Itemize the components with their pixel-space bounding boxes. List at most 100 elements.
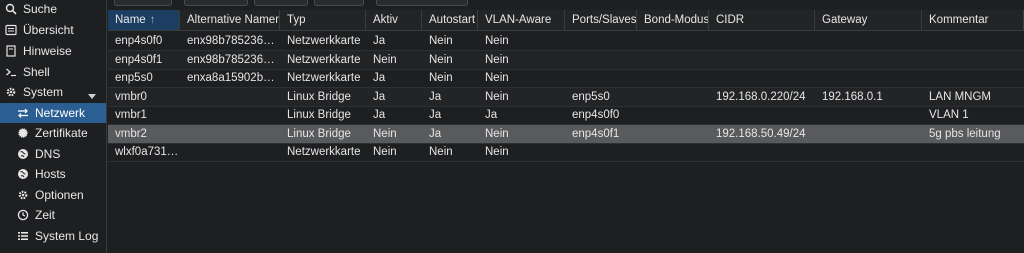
cell-cidr: 192.168.50.49/24	[716, 127, 806, 140]
cell-ports-slaves	[565, 32, 637, 50]
cell-name: wlxf0a7318…	[115, 146, 180, 158]
toolbar-button[interactable]	[114, 0, 172, 6]
cell-gateway	[815, 106, 922, 124]
chevron-down-icon	[88, 89, 96, 103]
cell-bond-mode	[637, 51, 709, 69]
cell-vlan-aware: Nein	[485, 146, 509, 158]
cell-type: Netzwerkkarte	[287, 72, 361, 84]
cell-cidr: 192.168.0.220/24	[716, 90, 806, 103]
toolbar-button[interactable]	[376, 0, 468, 6]
cell-vlan-aware: Nein	[485, 90, 509, 103]
cell-cidr	[709, 51, 815, 69]
cell-name: vmbr0	[115, 90, 147, 103]
column-header-label: Gateway	[822, 14, 868, 26]
cell-ports-slaves	[565, 143, 637, 161]
sidebar-item-label: Übersicht	[23, 23, 74, 37]
globe-icon	[16, 168, 29, 181]
cell-vlan-aware: Nein	[485, 127, 509, 140]
sidebar-item-zeit[interactable]: Zeit	[0, 205, 106, 225]
sidebar-item-system[interactable]: System	[0, 82, 106, 102]
cell-cidr	[709, 32, 815, 50]
column-header-bond-mode[interactable]: Bond-Modus	[637, 10, 709, 30]
sidebar-item-label: Zertifikate	[35, 126, 88, 140]
column-header-ports-slaves[interactable]: Ports/Slaves	[565, 10, 637, 30]
cell-gateway	[815, 143, 922, 161]
cell-autostart: Ja	[429, 127, 442, 140]
cell-type: Netzwerkkarte	[287, 146, 361, 158]
column-header-label: Bond-Modus	[644, 14, 709, 26]
sidebar-item-suche[interactable]: Suche	[0, 0, 106, 19]
table-row[interactable]: enp4s0f1 enx98b7852366c3 Netzwerkkarte Nein…	[108, 50, 1024, 70]
gear-icon	[4, 86, 17, 99]
sidebar-item-label: System	[23, 85, 64, 99]
cell-bond-mode	[637, 106, 709, 124]
column-header-label: CIDR	[716, 14, 745, 26]
cell-vlan-aware: Nein	[485, 35, 509, 47]
table-row[interactable]: wlxf0a7318… Netzwerkkarte Nein Nein Nein	[108, 143, 1024, 162]
column-header-label: Ports/Slaves	[572, 14, 637, 26]
cell-ports-slaves	[565, 51, 637, 69]
cell-cidr	[709, 69, 815, 87]
cell-name: enp5s0	[115, 72, 153, 84]
table-row[interactable]: vmbr2 Linux Bridge Nein Ja Nein enp4s0f1 192.1…	[108, 124, 1024, 144]
notes-icon	[4, 45, 17, 58]
cell-cidr	[709, 143, 815, 161]
sidebar-item-hosts[interactable]: Hosts	[0, 164, 106, 184]
cell-cidr	[709, 106, 815, 124]
column-header-cidr[interactable]: CIDR	[709, 10, 815, 30]
grid-header: Name ↑ Alternative Namen Typ Aktiv Autostart V…	[108, 10, 1024, 31]
cell-active: Ja	[373, 35, 386, 47]
cell-ports-slaves: enp4s0f1	[572, 127, 620, 140]
column-header-label: Aktiv	[373, 14, 398, 26]
cell-type: Linux Bridge	[287, 109, 351, 121]
table-row[interactable]: enp4s0f0 enx98b7852366c2 Netzwerkkarte Ja Ne…	[108, 32, 1024, 51]
sidebar-item-shell[interactable]: Shell	[0, 62, 106, 82]
cell-bond-mode	[637, 32, 709, 50]
cell-name: enp4s0f1	[115, 53, 163, 66]
certificate-icon	[16, 127, 29, 140]
cell-alt-names	[180, 125, 280, 143]
cell-type: Netzwerkkarte	[287, 35, 361, 47]
cell-alt-names: enxa8a15902b095	[187, 72, 280, 84]
column-header-gateway[interactable]: Gateway	[815, 10, 922, 30]
globe-icon	[16, 148, 29, 161]
cell-autostart: Nein	[429, 53, 453, 66]
column-header-vlan-aware[interactable]: VLAN-Aware	[478, 10, 565, 30]
cell-name: enp4s0f0	[115, 35, 163, 47]
column-header-alt-names[interactable]: Alternative Namen	[180, 10, 280, 30]
sidebar-item-dns[interactable]: DNS	[0, 144, 106, 164]
gear-icon	[16, 189, 29, 202]
toolbar-button[interactable]	[184, 0, 248, 6]
sidebar-item-zertifikate[interactable]: Zertifikate	[0, 123, 106, 143]
network-icon	[16, 107, 29, 120]
cell-gateway	[815, 51, 922, 69]
column-header-autostart[interactable]: Autostart	[422, 10, 478, 30]
sidebar-item-optionen[interactable]: Optionen	[0, 185, 106, 205]
cell-vlan-aware: Nein	[485, 53, 509, 66]
cell-vlan-aware: Nein	[485, 72, 509, 84]
sidebar-item-übersicht[interactable]: Übersicht	[0, 20, 106, 40]
sidebar-item-label: Zeit	[35, 208, 56, 222]
cell-type: Linux Bridge	[287, 127, 351, 140]
column-header-comment[interactable]: Kommentar	[922, 10, 1024, 30]
table-row[interactable]: enp5s0 enxa8a15902b095 Netzwerkkarte Ja Nein…	[108, 69, 1024, 88]
column-header-type[interactable]: Typ	[280, 10, 366, 30]
sidebar-item-hinweise[interactable]: Hinweise	[0, 41, 106, 61]
table-row[interactable]: vmbr1 Linux Bridge Ja Ja Ja enp4s0f0 VLAN 1	[108, 106, 1024, 125]
cell-bond-mode	[637, 125, 709, 143]
cell-autostart: Nein	[429, 72, 453, 84]
sidebar-item-netzwerk[interactable]: Netzwerk	[0, 103, 106, 123]
sidebar-item-system-log[interactable]: System Log	[0, 226, 106, 246]
toolbar-button[interactable]	[314, 0, 364, 6]
cell-alt-names: enx98b7852366c3	[187, 53, 280, 66]
toolbar-button[interactable]	[254, 0, 308, 6]
sidebar-item-label: Hinweise	[23, 44, 72, 58]
cell-comment: VLAN 1	[929, 109, 969, 121]
search-icon	[4, 3, 17, 16]
column-header-active[interactable]: Aktiv	[366, 10, 422, 30]
cell-autostart: Ja	[429, 90, 442, 103]
table-row[interactable]: vmbr0 Linux Bridge Ja Ja Nein enp5s0 192.168.0…	[108, 87, 1024, 107]
cell-autostart: Nein	[429, 146, 453, 158]
column-header-label: Autostart	[429, 14, 476, 26]
column-header-name[interactable]: Name ↑	[108, 10, 180, 30]
